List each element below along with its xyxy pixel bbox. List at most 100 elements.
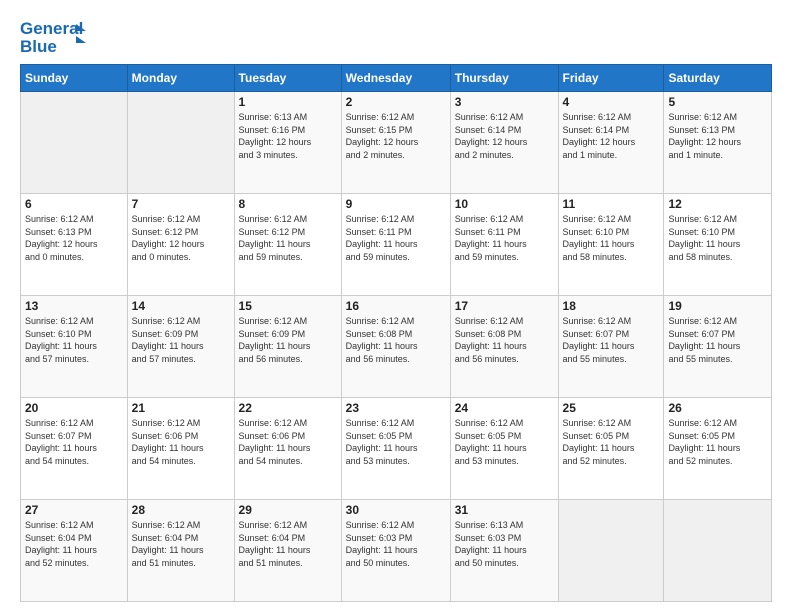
day-detail: Sunrise: 6:12 AM Sunset: 6:14 PM Dayligh… [455, 111, 554, 161]
day-number: 10 [455, 197, 554, 211]
calendar: SundayMondayTuesdayWednesdayThursdayFrid… [20, 64, 772, 602]
day-detail: Sunrise: 6:12 AM Sunset: 6:12 PM Dayligh… [132, 213, 230, 263]
day-detail: Sunrise: 6:12 AM Sunset: 6:05 PM Dayligh… [455, 417, 554, 467]
day-detail: Sunrise: 6:12 AM Sunset: 6:08 PM Dayligh… [346, 315, 446, 365]
day-detail: Sunrise: 6:12 AM Sunset: 6:09 PM Dayligh… [239, 315, 337, 365]
day-number: 9 [346, 197, 446, 211]
day-detail: Sunrise: 6:12 AM Sunset: 6:07 PM Dayligh… [668, 315, 767, 365]
day-detail: Sunrise: 6:12 AM Sunset: 6:07 PM Dayligh… [563, 315, 660, 365]
day-number: 25 [563, 401, 660, 415]
day-detail: Sunrise: 6:12 AM Sunset: 6:14 PM Dayligh… [563, 111, 660, 161]
calendar-cell [127, 92, 234, 194]
calendar-cell: 10 Sunrise: 6:12 AM Sunset: 6:11 PM Dayli… [450, 194, 558, 296]
day-number: 16 [346, 299, 446, 313]
day-number: 28 [132, 503, 230, 517]
day-detail: Sunrise: 6:12 AM Sunset: 6:13 PM Dayligh… [25, 213, 123, 263]
calendar-cell: 29 Sunrise: 6:12 AM Sunset: 6:04 PM Dayli… [234, 500, 341, 602]
day-detail: Sunrise: 6:12 AM Sunset: 6:11 PM Dayligh… [455, 213, 554, 263]
calendar-cell: 3 Sunrise: 6:12 AM Sunset: 6:14 PM Daylig… [450, 92, 558, 194]
day-number: 19 [668, 299, 767, 313]
header-friday: Friday [558, 65, 664, 92]
day-detail: Sunrise: 6:12 AM Sunset: 6:08 PM Dayligh… [455, 315, 554, 365]
day-number: 21 [132, 401, 230, 415]
day-detail: Sunrise: 6:12 AM Sunset: 6:12 PM Dayligh… [239, 213, 337, 263]
day-number: 26 [668, 401, 767, 415]
calendar-cell: 6 Sunrise: 6:12 AM Sunset: 6:13 PM Daylig… [21, 194, 128, 296]
calendar-cell: 4Sunrise: 6:12 AM Sunset: 6:14 PM Daylig… [558, 92, 664, 194]
day-detail: Sunrise: 6:12 AM Sunset: 6:09 PM Dayligh… [132, 315, 230, 365]
day-detail: Sunrise: 6:12 AM Sunset: 6:03 PM Dayligh… [346, 519, 446, 569]
calendar-cell: 18 Sunrise: 6:12 AM Sunset: 6:07 PM Dayli… [558, 296, 664, 398]
header-saturday: Saturday [664, 65, 772, 92]
calendar-cell: 20 Sunrise: 6:12 AM Sunset: 6:07 PM Dayli… [21, 398, 128, 500]
day-number: 13 [25, 299, 123, 313]
day-detail: Sunrise: 6:12 AM Sunset: 6:11 PM Dayligh… [346, 213, 446, 263]
day-number: 29 [239, 503, 337, 517]
calendar-cell: 5 Sunrise: 6:12 AM Sunset: 6:13 PM Daylig… [664, 92, 772, 194]
day-detail: Sunrise: 6:12 AM Sunset: 6:05 PM Dayligh… [668, 417, 767, 467]
day-number: 14 [132, 299, 230, 313]
calendar-cell: 8 Sunrise: 6:12 AM Sunset: 6:12 PM Daylig… [234, 194, 341, 296]
day-number: 5 [668, 95, 767, 109]
calendar-cell: 26 Sunrise: 6:12 AM Sunset: 6:05 PM Dayli… [664, 398, 772, 500]
calendar-cell: 14 Sunrise: 6:12 AM Sunset: 6:09 PM Dayli… [127, 296, 234, 398]
day-number: 20 [25, 401, 123, 415]
day-detail: Sunrise: 6:12 AM Sunset: 6:10 PM Dayligh… [25, 315, 123, 365]
day-number: 3 [455, 95, 554, 109]
calendar-cell: 13 Sunrise: 6:12 AM Sunset: 6:10 PM Dayli… [21, 296, 128, 398]
day-detail: Sunrise: 6:12 AM Sunset: 6:10 PM Dayligh… [668, 213, 767, 263]
day-number: 8 [239, 197, 337, 211]
day-number: 31 [455, 503, 554, 517]
header-monday: Monday [127, 65, 234, 92]
logo: GeneralBlue [20, 16, 95, 56]
calendar-cell: 17Sunrise: 6:12 AM Sunset: 6:08 PM Dayli… [450, 296, 558, 398]
svg-text:General: General [20, 19, 83, 38]
calendar-cell: 12 Sunrise: 6:12 AM Sunset: 6:10 PM Dayli… [664, 194, 772, 296]
header-thursday: Thursday [450, 65, 558, 92]
day-detail: Sunrise: 6:12 AM Sunset: 6:15 PM Dayligh… [346, 111, 446, 161]
day-number: 1 [239, 95, 337, 109]
svg-text:Blue: Blue [20, 37, 57, 56]
calendar-cell: 16 Sunrise: 6:12 AM Sunset: 6:08 PM Dayli… [341, 296, 450, 398]
calendar-cell [664, 500, 772, 602]
day-number: 12 [668, 197, 767, 211]
calendar-cell [558, 500, 664, 602]
day-detail: Sunrise: 6:12 AM Sunset: 6:10 PM Dayligh… [563, 213, 660, 263]
day-detail: Sunrise: 6:12 AM Sunset: 6:07 PM Dayligh… [25, 417, 123, 467]
day-detail: Sunrise: 6:12 AM Sunset: 6:06 PM Dayligh… [239, 417, 337, 467]
calendar-cell: 27Sunrise: 6:12 AM Sunset: 6:04 PM Dayli… [21, 500, 128, 602]
day-number: 2 [346, 95, 446, 109]
day-detail: Sunrise: 6:12 AM Sunset: 6:04 PM Dayligh… [239, 519, 337, 569]
calendar-cell: 30 Sunrise: 6:12 AM Sunset: 6:03 PM Dayli… [341, 500, 450, 602]
day-detail: Sunrise: 6:12 AM Sunset: 6:04 PM Dayligh… [25, 519, 123, 569]
calendar-cell: 24 Sunrise: 6:12 AM Sunset: 6:05 PM Dayli… [450, 398, 558, 500]
calendar-cell: 11 Sunrise: 6:12 AM Sunset: 6:10 PM Dayli… [558, 194, 664, 296]
calendar-cell: 28 Sunrise: 6:12 AM Sunset: 6:04 PM Dayli… [127, 500, 234, 602]
day-number: 18 [563, 299, 660, 313]
day-detail: Sunrise: 6:12 AM Sunset: 6:05 PM Dayligh… [346, 417, 446, 467]
day-number: 6 [25, 197, 123, 211]
header-sunday: Sunday [21, 65, 128, 92]
day-number: 11 [563, 197, 660, 211]
day-detail: Sunrise: 6:13 AM Sunset: 6:03 PM Dayligh… [455, 519, 554, 569]
day-number: 22 [239, 401, 337, 415]
day-number: 23 [346, 401, 446, 415]
day-detail: Sunrise: 6:13 AM Sunset: 6:16 PM Dayligh… [239, 111, 337, 161]
header-wednesday: Wednesday [341, 65, 450, 92]
day-detail: Sunrise: 6:12 AM Sunset: 6:05 PM Dayligh… [563, 417, 660, 467]
calendar-cell: 7 Sunrise: 6:12 AM Sunset: 6:12 PM Daylig… [127, 194, 234, 296]
day-detail: Sunrise: 6:12 AM Sunset: 6:04 PM Dayligh… [132, 519, 230, 569]
day-number: 7 [132, 197, 230, 211]
calendar-cell [21, 92, 128, 194]
calendar-cell: 21Sunrise: 6:12 AM Sunset: 6:06 PM Dayli… [127, 398, 234, 500]
day-detail: Sunrise: 6:12 AM Sunset: 6:13 PM Dayligh… [668, 111, 767, 161]
day-number: 24 [455, 401, 554, 415]
calendar-cell: 22 Sunrise: 6:12 AM Sunset: 6:06 PM Dayli… [234, 398, 341, 500]
calendar-cell: 23 Sunrise: 6:12 AM Sunset: 6:05 PM Dayli… [341, 398, 450, 500]
calendar-cell: 25 Sunrise: 6:12 AM Sunset: 6:05 PM Dayli… [558, 398, 664, 500]
calendar-cell: 9 Sunrise: 6:12 AM Sunset: 6:11 PM Daylig… [341, 194, 450, 296]
calendar-cell: 31 Sunrise: 6:13 AM Sunset: 6:03 PM Dayli… [450, 500, 558, 602]
header-tuesday: Tuesday [234, 65, 341, 92]
day-number: 30 [346, 503, 446, 517]
calendar-cell: 19 Sunrise: 6:12 AM Sunset: 6:07 PM Dayli… [664, 296, 772, 398]
